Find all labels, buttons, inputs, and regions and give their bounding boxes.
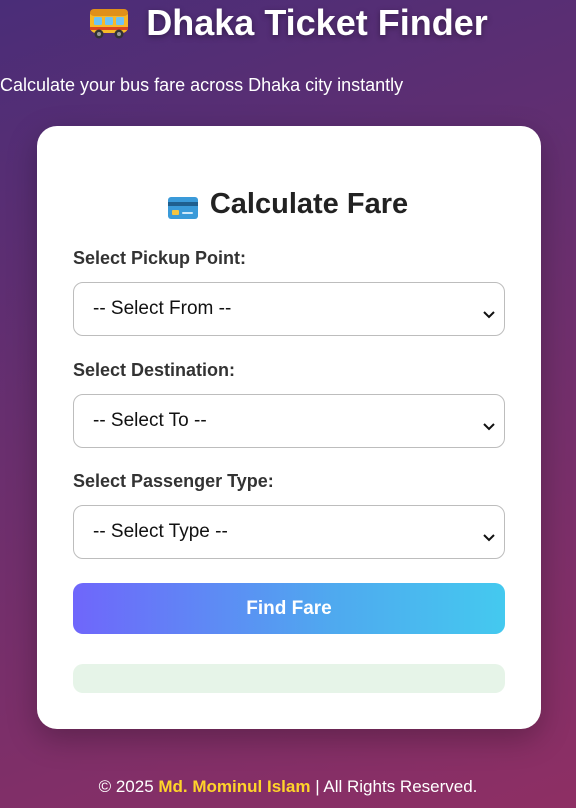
footer: © 2025 Md. Mominul Islam | All Rights Re…: [0, 777, 576, 797]
footer-author: Md. Mominul Islam: [158, 777, 311, 796]
page-subtitle: Calculate your bus fare across Dhaka cit…: [0, 75, 404, 95]
footer-rights: | All Rights Reserved.: [315, 777, 478, 796]
pickup-select[interactable]: -- Select From --: [73, 282, 505, 336]
passenger-type-label: Select Passenger Type:: [73, 471, 274, 491]
destination-label: Select Destination:: [73, 360, 236, 380]
credit-card-icon: [167, 194, 198, 219]
chevron-down-icon: [482, 527, 496, 542]
passenger-type-select-value: -- Select Type --: [93, 521, 228, 542]
destination-select-value: -- Select To --: [93, 410, 207, 431]
fare-result-box: [73, 664, 505, 693]
app-title-text: Dhaka Ticket Finder: [146, 2, 488, 43]
card-title: Calculate Fare: [0, 188, 576, 221]
chevron-down-icon: [482, 416, 496, 431]
chevron-down-icon: [482, 304, 496, 319]
bus-icon: [88, 6, 130, 40]
destination-select[interactable]: -- Select To --: [73, 394, 505, 448]
page-title: Dhaka Ticket Finder: [0, 2, 576, 44]
find-fare-button[interactable]: Find Fare: [73, 583, 505, 634]
passenger-type-select[interactable]: -- Select Type --: [73, 505, 505, 559]
footer-copyright: © 2025: [98, 777, 154, 796]
pickup-label: Select Pickup Point:: [73, 248, 247, 268]
pickup-select-value: -- Select From --: [93, 298, 232, 319]
card-title-text: Calculate Fare: [209, 188, 409, 220]
